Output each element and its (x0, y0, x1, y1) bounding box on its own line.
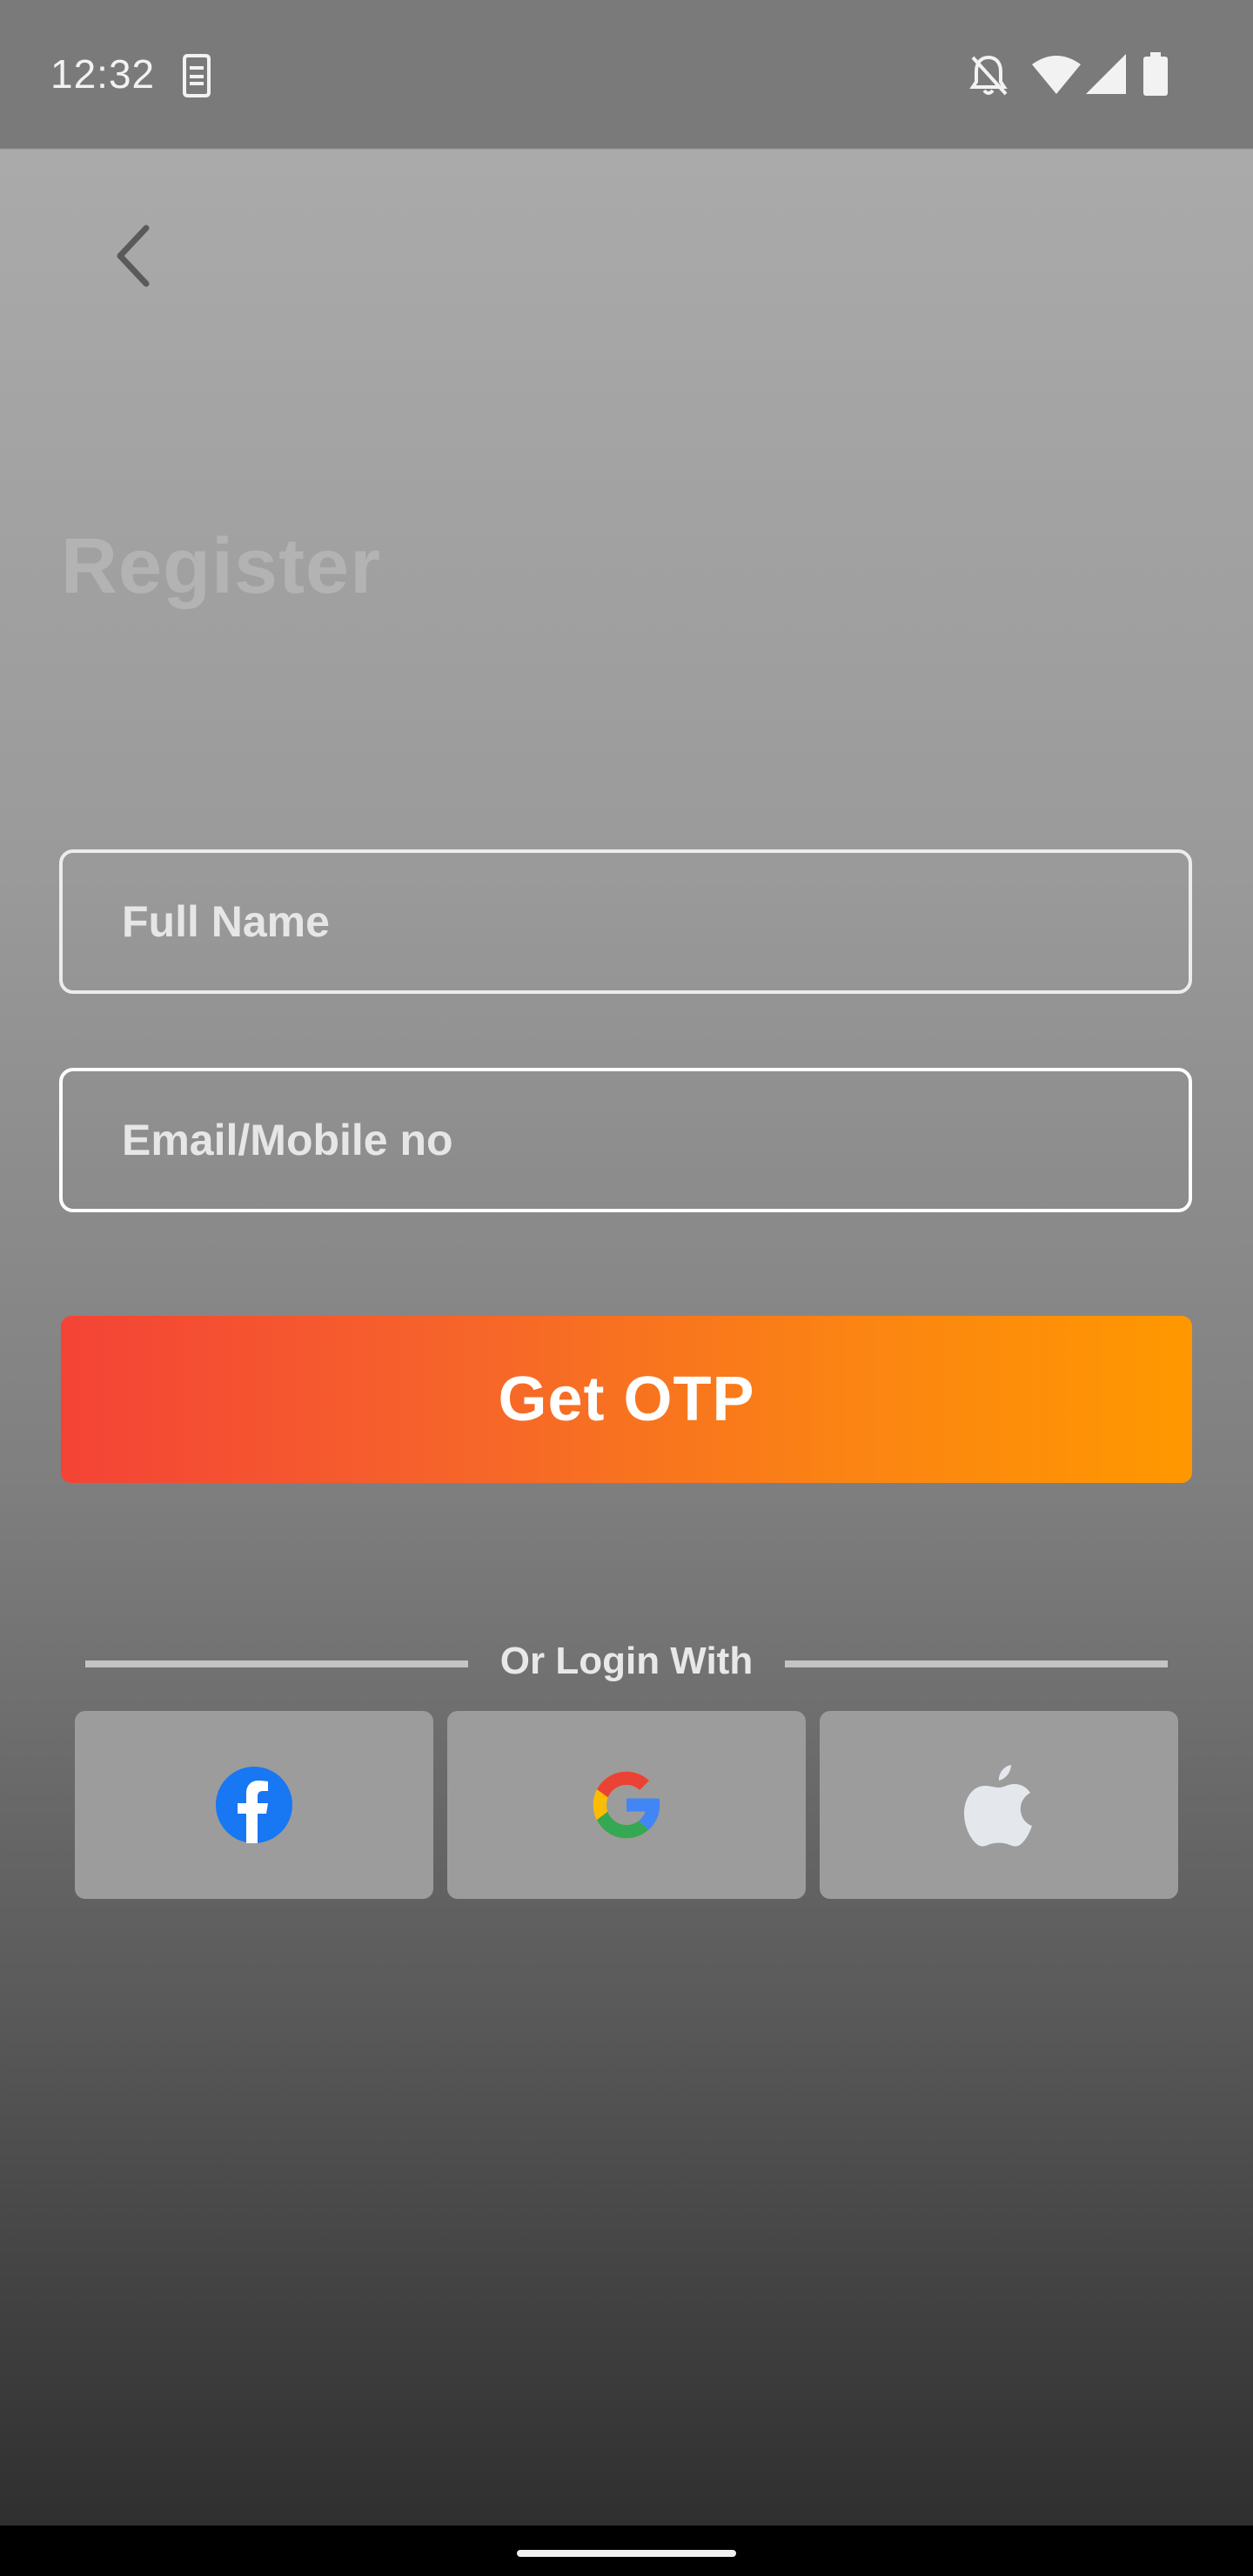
email-mobile-input[interactable] (63, 1071, 1189, 1209)
status-time: 12:32 (50, 51, 156, 97)
notifications-off-icon (968, 52, 1009, 97)
page-title: Register (61, 523, 382, 610)
get-otp-button[interactable]: Get OTP (61, 1316, 1192, 1483)
divider-left (85, 1660, 468, 1667)
full-name-field[interactable] (59, 849, 1192, 994)
divider-right (785, 1660, 1168, 1667)
email-mobile-field[interactable] (59, 1068, 1192, 1212)
register-screen: 12:32 Register Full Name Email/Mobile no… (0, 0, 1253, 2576)
home-indicator[interactable] (517, 2550, 736, 2557)
sim-card-icon (178, 54, 216, 97)
battery-icon (1143, 52, 1168, 96)
status-bar: 12:32 (0, 0, 1253, 148)
full-name-input[interactable] (63, 853, 1189, 990)
google-icon (586, 1765, 667, 1845)
apple-icon (962, 1761, 1035, 1848)
apple-login-button[interactable] (820, 1711, 1178, 1899)
google-login-button[interactable] (447, 1711, 806, 1899)
back-button[interactable] (96, 209, 174, 305)
chevron-left-icon (111, 223, 155, 293)
facebook-icon (216, 1767, 292, 1843)
signal-icon (1086, 54, 1126, 94)
social-divider-label: Or Login With (499, 1640, 754, 1682)
facebook-login-button[interactable] (75, 1711, 433, 1899)
wifi-icon (1032, 56, 1081, 94)
